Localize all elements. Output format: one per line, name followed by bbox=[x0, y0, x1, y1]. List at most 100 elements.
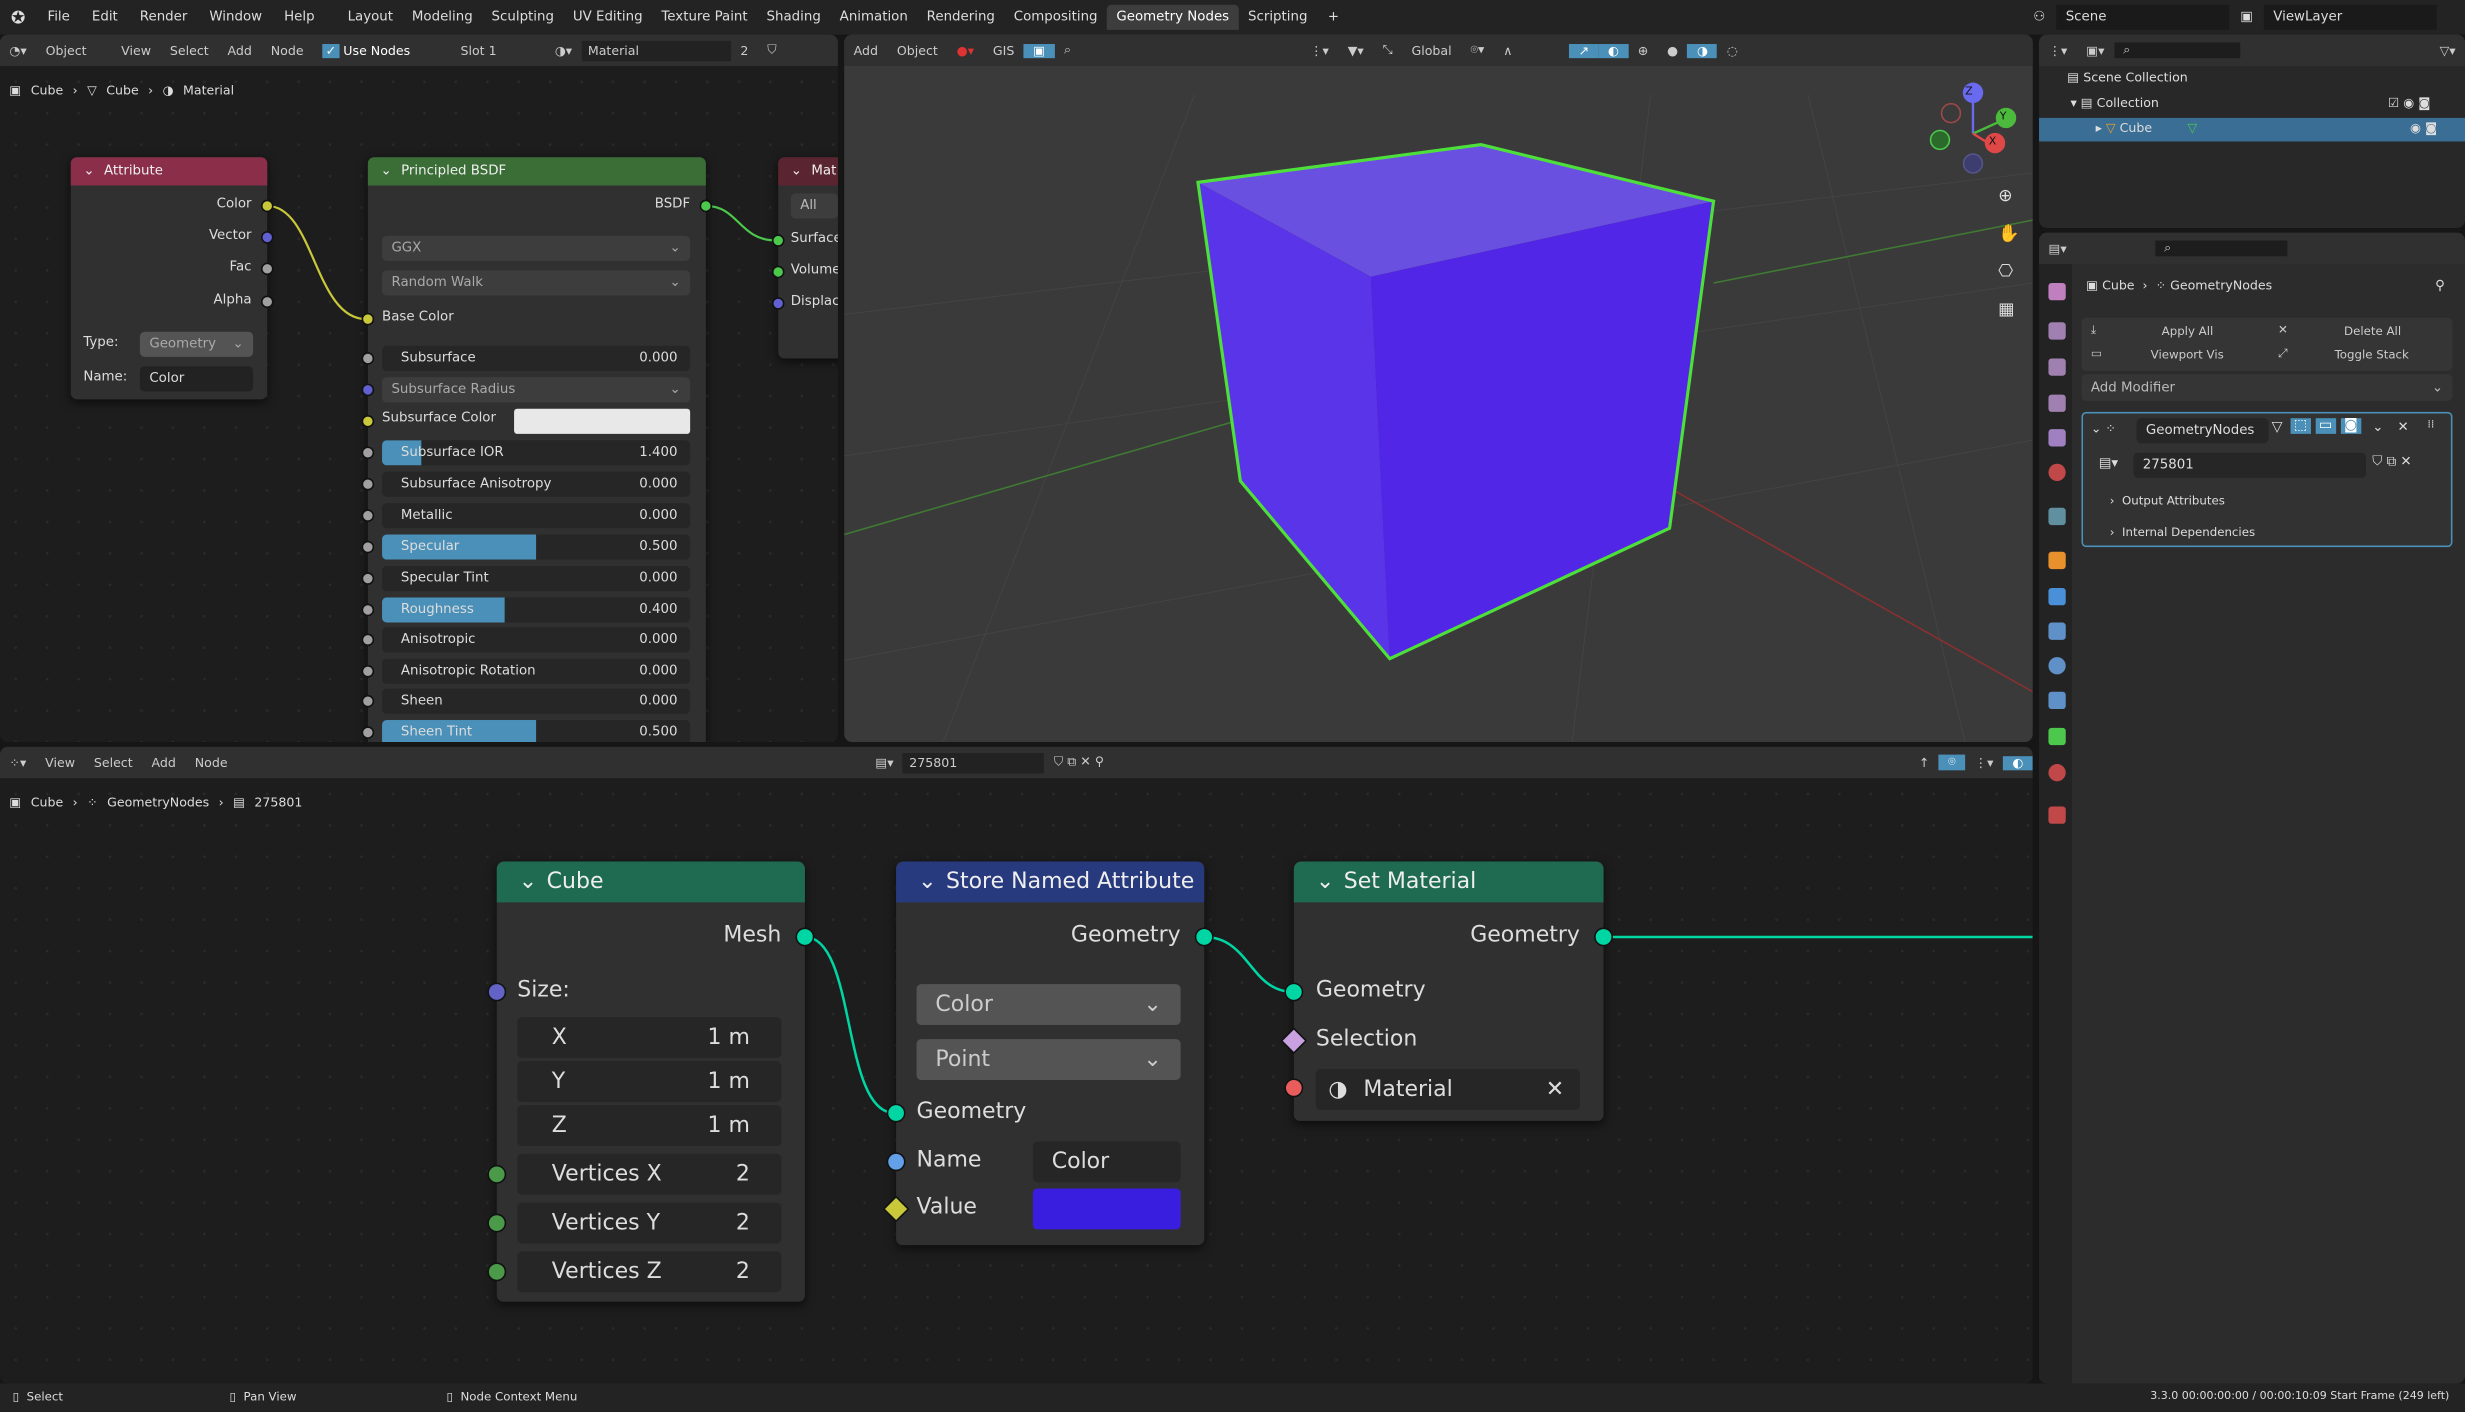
node-group-field[interactable]: 275801 bbox=[2133, 452, 2367, 478]
bsdf-field[interactable]: Anisotropic Rotation 0.000 bbox=[382, 658, 691, 684]
bsdf-field[interactable]: Roughness 0.400 bbox=[382, 597, 691, 623]
gizmo-x-label[interactable]: X bbox=[1989, 135, 1997, 148]
socket-displacement[interactable] bbox=[771, 297, 785, 310]
ortho-grid-icon[interactable]: ▦ bbox=[1998, 299, 2014, 319]
socket-field[interactable] bbox=[361, 509, 375, 522]
constraints-tab-icon[interactable] bbox=[2048, 691, 2066, 710]
size-x-field[interactable]: X1 m bbox=[517, 1017, 782, 1059]
outliner-scene-collection[interactable]: ▤ Scene Collection bbox=[2067, 71, 2187, 85]
internal-dependencies-panel[interactable]: › Internal Dependencies bbox=[2110, 525, 2255, 539]
workspace-tab[interactable]: Rendering bbox=[917, 5, 1004, 30]
socket-size[interactable] bbox=[487, 982, 507, 1002]
output-node-header[interactable]: ⌄ Mat bbox=[778, 157, 838, 186]
size-z-field[interactable]: Z1 m bbox=[517, 1105, 782, 1147]
viewport-vis-icon[interactable]: ▭ bbox=[2091, 346, 2102, 360]
workspace-tab[interactable]: UV Editing bbox=[563, 5, 652, 30]
value-color-swatch[interactable] bbox=[1032, 1188, 1181, 1230]
socket-mesh[interactable] bbox=[795, 927, 815, 947]
physics-tab-icon[interactable] bbox=[2048, 657, 2066, 675]
store-node-header[interactable]: ⌄ Store Named Attribute bbox=[896, 861, 1205, 903]
set-material-node[interactable]: ⌄ Set Material Geometry Geometry Selecti… bbox=[1280, 861, 1613, 1121]
socket-name[interactable] bbox=[886, 1152, 906, 1172]
socket-color[interactable] bbox=[260, 199, 274, 213]
properties-editor[interactable]: ▤▾ ⌕ ▣ Cube › ⁘ GeometryNodes ⚲ ⤓ Apply … bbox=[2039, 232, 2465, 1384]
socket-field[interactable] bbox=[361, 726, 375, 739]
filter-icon[interactable]: ▽▾ bbox=[2430, 43, 2465, 57]
gizmo-z-label[interactable]: Z bbox=[1965, 85, 1973, 98]
modifier-name-field[interactable]: GeometryNodes bbox=[2136, 418, 2269, 444]
attribute-node-header[interactable]: ⌄ Attribute bbox=[70, 157, 268, 186]
socket-bsdf[interactable] bbox=[699, 199, 713, 213]
socket-field[interactable] bbox=[361, 664, 375, 678]
add-modifier-dropdown[interactable]: Add Modifier ⌄ bbox=[2081, 374, 2453, 401]
edit-mode-icon[interactable]: ▽ bbox=[2272, 420, 2283, 436]
pin-icon[interactable]: ⚲ bbox=[2435, 278, 2445, 294]
collapse-icon[interactable]: ⌄ ⁘ bbox=[2091, 421, 2116, 435]
material-output-node[interactable]: ⌄ Mat All Surface Volume Displac bbox=[771, 157, 838, 359]
drag-handle-icon[interactable]: ⁞⁞ bbox=[2427, 418, 2434, 431]
outliner-search[interactable]: ⌕ bbox=[2113, 42, 2240, 59]
modifier-menu-icon[interactable]: ⌄ bbox=[2372, 420, 2383, 436]
data-type-dropdown[interactable]: Color ⌄ bbox=[916, 984, 1181, 1026]
socket-field[interactable] bbox=[361, 477, 375, 491]
properties-search[interactable]: ⌕ bbox=[2154, 240, 2287, 257]
attribute-node[interactable]: ⌄ Attribute Color Vector Fac Alpha Type:… bbox=[70, 157, 274, 400]
socket-geometry-out[interactable] bbox=[1194, 927, 1214, 947]
output-tab-icon[interactable] bbox=[2048, 358, 2066, 376]
name-value-field[interactable]: Color bbox=[1032, 1141, 1181, 1183]
scene-selector[interactable]: Scene bbox=[2056, 4, 2230, 30]
menu-render[interactable]: Render bbox=[129, 9, 199, 25]
set-material-header[interactable]: ⌄ Set Material bbox=[1293, 861, 1604, 903]
bsdf-field[interactable]: Specular Tint 0.000 bbox=[382, 565, 691, 592]
pan-hand-icon[interactable]: ✋ bbox=[1998, 223, 2020, 243]
principled-bsdf-node[interactable]: ⌄ Principled BSDF BSDF GGX ⌄ Random Walk ⌄… bbox=[361, 157, 713, 743]
apply-all-icon[interactable]: ⤓ bbox=[2091, 322, 2096, 338]
world-tab-icon[interactable] bbox=[2048, 463, 2066, 482]
bsdf-field[interactable]: Subsurface Anisotropy 0.000 bbox=[382, 471, 691, 497]
output-attributes-panel[interactable]: › Output Attributes bbox=[2110, 494, 2225, 508]
menu-help[interactable]: Help bbox=[273, 9, 325, 25]
view-layer-icon[interactable]: ▣ bbox=[2229, 9, 2264, 25]
socket-volume[interactable] bbox=[771, 265, 785, 279]
toggle-stack-icon[interactable]: ⤢ bbox=[2278, 346, 2287, 362]
workspace-tab[interactable]: Sculpting bbox=[482, 5, 563, 30]
vertices-field[interactable]: Vertices X2 bbox=[517, 1153, 782, 1195]
menu-file[interactable]: File bbox=[37, 9, 81, 25]
cage-toggle-icon[interactable]: ⬚ bbox=[2290, 418, 2311, 434]
vertices-field[interactable]: Vertices Y2 bbox=[517, 1202, 782, 1244]
bsdf-field[interactable]: Subsurface IOR 1.400 bbox=[382, 440, 691, 466]
geometry-node-editor[interactable]: ⁘▾ View Select Add Node ▤▾ 275801 ⛉ ⧉ ✕ … bbox=[0, 746, 2033, 1384]
bsdf-field[interactable]: Subsurface 0.000 bbox=[382, 345, 691, 372]
socket-field[interactable] bbox=[361, 446, 375, 460]
particles-tab-icon[interactable] bbox=[2048, 622, 2066, 640]
socket-subsurface-color[interactable] bbox=[361, 415, 375, 428]
workspace-tab[interactable]: Modeling bbox=[402, 5, 482, 30]
socket-field[interactable] bbox=[361, 540, 375, 554]
workspace-tab[interactable]: Animation bbox=[830, 5, 917, 30]
cube-node-header[interactable]: ⌄ Cube bbox=[496, 861, 805, 903]
subsurface-radius-dropdown[interactable]: Subsurface Radius ⌄ bbox=[382, 377, 691, 403]
outliner-cube[interactable]: ▸ ▽ Cube ▽ bbox=[2096, 121, 2198, 135]
workspace-tab[interactable]: Layout bbox=[338, 5, 402, 30]
socket-field[interactable] bbox=[361, 633, 375, 647]
cube-node[interactable]: ⌄ Cube Mesh Size: X1 mY1 mZ1 m Vertices X… bbox=[487, 861, 815, 1302]
cube-visibility-icons[interactable]: ◉ ◙ bbox=[2410, 121, 2437, 135]
view-layer-icon[interactable]: ▣▾ bbox=[2077, 43, 2114, 57]
distribution-dropdown[interactable]: GGX ⌄ bbox=[382, 235, 691, 261]
data-tab-icon[interactable] bbox=[2048, 727, 2066, 746]
remove-modifier-icon[interactable]: ✕ bbox=[2397, 420, 2408, 436]
clear-material-icon[interactable]: ✕ bbox=[1546, 1077, 1564, 1102]
delete-all-button[interactable]: Delete All bbox=[2344, 324, 2401, 338]
material-tab-icon[interactable] bbox=[2048, 764, 2066, 782]
scene-icon[interactable]: ⚇ bbox=[2022, 9, 2056, 25]
vertices-field[interactable]: Vertices Z2 bbox=[517, 1251, 782, 1293]
bsdf-field[interactable]: Metallic 0.000 bbox=[382, 503, 691, 529]
socket-field[interactable] bbox=[361, 572, 375, 585]
shader-editor[interactable]: ◔▾ Object View Select Add Node ✓ Use Nod… bbox=[0, 34, 838, 743]
tool-tab-icon[interactable] bbox=[2048, 282, 2066, 301]
menu-edit[interactable]: Edit bbox=[81, 9, 129, 25]
socket-vertices[interactable] bbox=[487, 1262, 507, 1282]
texture-tab-icon[interactable] bbox=[2048, 806, 2066, 824]
socket-vertices[interactable] bbox=[487, 1164, 507, 1184]
socket-material[interactable] bbox=[1284, 1078, 1304, 1098]
